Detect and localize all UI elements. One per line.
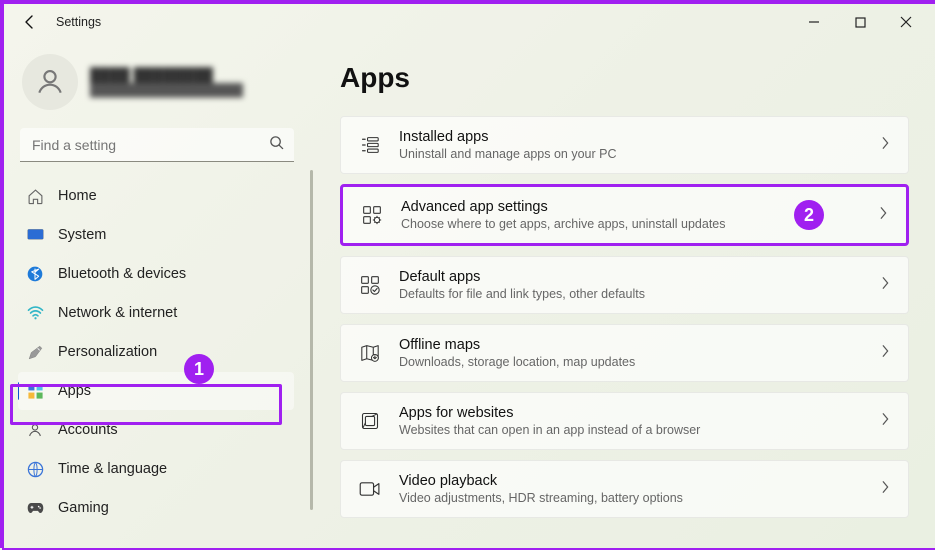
card-subtitle: Uninstall and manage apps on your PC (399, 147, 862, 161)
person-icon (34, 66, 66, 98)
sidebar-item-label: Gaming (58, 500, 109, 516)
video-playback-icon (359, 481, 381, 497)
card-subtitle: Choose where to get apps, archive apps, … (401, 217, 860, 231)
profile-name: ████ ████████ (90, 67, 243, 83)
scrollbar[interactable] (310, 170, 313, 510)
sidebar-item-label: Time & language (58, 461, 167, 477)
chevron-right-icon (880, 136, 890, 155)
home-icon (26, 188, 44, 205)
personalization-icon (26, 344, 44, 361)
sidebar-item-bluetooth[interactable]: Bluetooth & devices (18, 255, 294, 293)
arrow-left-icon (22, 14, 38, 30)
card-subtitle: Video adjustments, HDR streaming, batter… (399, 491, 862, 505)
profile-block[interactable]: ████ ████████ ██████████████████ (18, 48, 304, 124)
nav: Home System Bluetooth & devices Network … (18, 176, 304, 548)
card-advanced-app-settings[interactable]: Advanced app settings Choose where to ge… (340, 184, 909, 246)
gaming-icon (26, 501, 44, 515)
sidebar-item-label: Accounts (58, 422, 118, 438)
card-apps-for-websites[interactable]: Apps for websites Websites that can open… (340, 392, 909, 450)
sidebar-item-label: System (58, 227, 106, 243)
card-title: Advanced app settings (401, 199, 860, 215)
search-icon (269, 135, 284, 155)
sidebar-item-label: Bluetooth & devices (58, 266, 186, 282)
page-title: Apps (340, 62, 909, 94)
time-language-icon (26, 461, 44, 478)
title-bar: Settings (4, 4, 935, 40)
sidebar-item-accounts[interactable]: Accounts (18, 411, 294, 449)
search-wrapper (20, 128, 294, 162)
apps-icon (26, 383, 44, 400)
card-offline-maps[interactable]: Offline maps Downloads, storage location… (340, 324, 909, 382)
offline-maps-icon (359, 344, 381, 362)
card-title: Default apps (399, 269, 862, 285)
chevron-right-icon (880, 344, 890, 363)
avatar (22, 54, 78, 110)
annotation-badge-2: 2 (794, 200, 824, 230)
sidebar-item-label: Personalization (58, 344, 157, 360)
card-installed-apps[interactable]: Installed apps Uninstall and manage apps… (340, 116, 909, 174)
minimize-button[interactable] (791, 4, 837, 40)
sidebar-item-label: Apps (58, 383, 91, 399)
back-button[interactable] (10, 4, 50, 40)
advanced-app-settings-icon (361, 205, 383, 225)
chevron-right-icon (880, 412, 890, 431)
card-default-apps[interactable]: Default apps Defaults for file and link … (340, 256, 909, 314)
chevron-right-icon (880, 276, 890, 295)
bluetooth-icon (26, 266, 44, 282)
network-icon (26, 306, 44, 320)
card-video-playback[interactable]: Video playback Video adjustments, HDR st… (340, 460, 909, 518)
sidebar-item-label: Home (58, 188, 97, 204)
profile-email: ██████████████████ (90, 83, 243, 97)
chevron-right-icon (880, 480, 890, 499)
accounts-icon (26, 422, 44, 438)
system-icon (26, 228, 44, 242)
sidebar-item-label: Network & internet (58, 305, 177, 321)
annotation-badge-1: 1 (184, 354, 214, 384)
sidebar-item-time-language[interactable]: Time & language (18, 450, 294, 488)
apps-for-websites-icon (359, 411, 381, 431)
installed-apps-icon (359, 136, 381, 154)
sidebar-item-system[interactable]: System (18, 216, 294, 254)
window-title: Settings (50, 15, 101, 29)
chevron-right-icon (878, 206, 888, 225)
card-title: Offline maps (399, 337, 862, 353)
card-title: Video playback (399, 473, 862, 489)
sidebar-item-home[interactable]: Home (18, 177, 294, 215)
content: Apps Installed apps Uninstall and manage… (304, 40, 935, 548)
default-apps-icon (359, 275, 381, 295)
profile-text: ████ ████████ ██████████████████ (90, 67, 243, 97)
maximize-button[interactable] (837, 4, 883, 40)
sidebar-item-gaming[interactable]: Gaming (18, 489, 294, 527)
card-title: Apps for websites (399, 405, 862, 421)
card-subtitle: Defaults for file and link types, other … (399, 287, 862, 301)
search-input[interactable] (20, 128, 294, 162)
sidebar: ████ ████████ ██████████████████ Home Sy… (4, 40, 304, 548)
card-title: Installed apps (399, 129, 862, 145)
sidebar-item-network[interactable]: Network & internet (18, 294, 294, 332)
sidebar-item-apps[interactable]: Apps (18, 372, 294, 410)
card-subtitle: Downloads, storage location, map updates (399, 355, 862, 369)
card-subtitle: Websites that can open in an app instead… (399, 423, 862, 437)
sidebar-item-personalization[interactable]: Personalization (18, 333, 294, 371)
close-button[interactable] (883, 4, 929, 40)
minimize-icon (808, 16, 820, 28)
maximize-icon (855, 17, 866, 28)
close-icon (900, 16, 912, 28)
